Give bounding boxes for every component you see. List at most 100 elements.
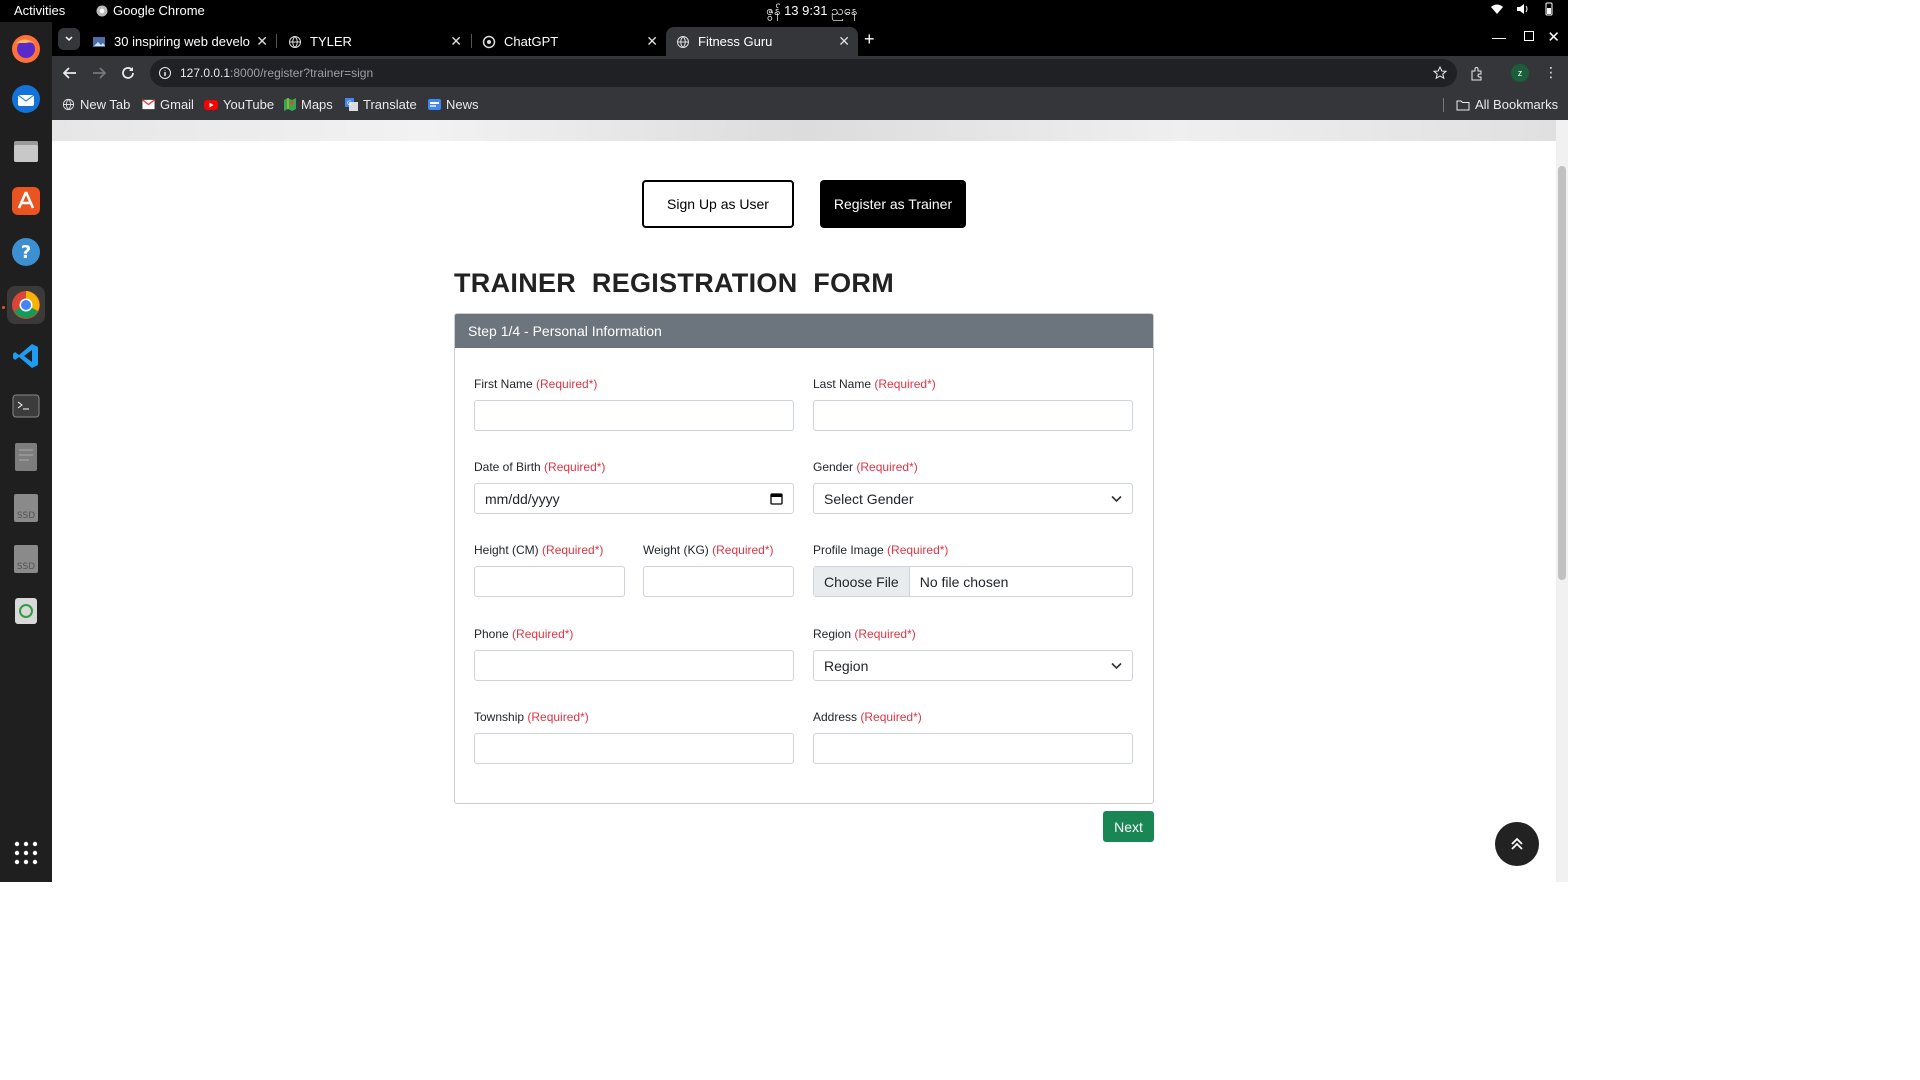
bookmark-label: Maps (301, 97, 333, 112)
required-marker: (Required*) (856, 460, 918, 474)
browser-toolbar: 127.0.0.1:8000/register?trainer=sign z ⋮ (52, 56, 1568, 90)
menu-kebab-icon[interactable]: ⋮ (1544, 64, 1558, 81)
tab-0[interactable]: 30 inspiring web develo ✕ (82, 27, 276, 56)
all-bookmarks[interactable]: All Bookmarks (1456, 97, 1558, 112)
forward-arrow-icon[interactable] (92, 67, 106, 79)
required-marker: (Required*) (527, 710, 589, 724)
close-icon[interactable]: ✕ (256, 33, 268, 50)
extensions-icon[interactable] (1469, 66, 1485, 82)
chevron-down-icon (65, 36, 73, 42)
profile-avatar[interactable]: z (1511, 64, 1529, 82)
ssd-drive-icon-2[interactable]: SSD (7, 540, 45, 578)
weight-label: Weight (KG) (Required*) (643, 543, 774, 557)
app-menu[interactable]: Google Chrome (96, 3, 205, 18)
text-editor-icon[interactable] (7, 438, 45, 476)
profile-image-input[interactable]: Choose File No file chosen (813, 566, 1133, 597)
system-tray[interactable] (1490, 2, 1556, 16)
bookmark-translate[interactable]: G Translate (345, 97, 417, 112)
system-top-bar: Activities Google Chrome ဇွန် 13 9:31 ညန… (0, 0, 1568, 22)
first-name-input[interactable] (474, 400, 794, 431)
step-header: Step 1/4 - Personal Information (455, 314, 1153, 348)
thunderbird-icon[interactable] (7, 80, 45, 118)
label-text: Township (474, 710, 525, 724)
tab-2[interactable]: ChatGPT ✕ (472, 27, 666, 56)
required-marker: (Required*) (854, 627, 916, 641)
label-text: Height (CM) (474, 543, 539, 557)
dob-input[interactable]: mm/dd/yyyy (474, 483, 794, 514)
trash-icon[interactable] (7, 591, 45, 629)
firefox-icon[interactable] (7, 30, 45, 68)
no-file-text: No file chosen (919, 573, 1009, 590)
close-icon[interactable]: ✕ (450, 33, 462, 50)
globe-icon (62, 98, 75, 111)
close-icon[interactable]: ✕ (838, 33, 850, 50)
gender-select[interactable]: Select Gender (813, 483, 1133, 514)
register-trainer-button[interactable]: Register as Trainer (820, 180, 966, 228)
back-to-top-button[interactable] (1495, 822, 1539, 866)
vscode-icon[interactable] (7, 337, 45, 375)
tab-1[interactable]: TYLER ✕ (278, 27, 470, 56)
hero-image-strip (52, 120, 1556, 141)
new-tab-button[interactable]: + (864, 29, 875, 50)
bookmark-news[interactable]: News (428, 97, 479, 112)
bookmark-maps[interactable]: Maps (284, 97, 333, 112)
all-bookmarks-label: All Bookmarks (1475, 97, 1559, 112)
bookmarks-bar: New Tab Gmail YouTube Maps G Translate N… (52, 90, 1568, 120)
minimize-button[interactable]: — (1492, 29, 1506, 45)
app-center-icon[interactable] (7, 182, 45, 220)
region-select[interactable]: Region (813, 650, 1133, 681)
scrollbar-thumb[interactable] (1558, 166, 1566, 580)
reload-icon[interactable] (121, 66, 135, 80)
bookmark-label: New Tab (80, 97, 131, 112)
wifi-icon (1491, 4, 1503, 14)
maximize-button[interactable] (1524, 31, 1534, 41)
activities-button[interactable]: Activities (14, 3, 65, 18)
show-apps-icon[interactable] (7, 834, 45, 872)
ssd-drive-icon[interactable]: SSD (7, 489, 45, 527)
news-icon (428, 99, 441, 110)
tab-search-button[interactable] (58, 28, 80, 50)
choose-file-button[interactable]: Choose File (814, 567, 910, 596)
globe-icon (676, 35, 690, 49)
chrome-icon[interactable] (7, 286, 45, 324)
gmail-icon (142, 99, 155, 110)
weight-input[interactable] (643, 566, 794, 597)
bookmark-new-tab[interactable]: New Tab (62, 97, 130, 112)
close-icon[interactable]: ✕ (646, 33, 658, 50)
terminal-icon[interactable] (7, 387, 45, 425)
bookmark-youtube[interactable]: YouTube (204, 97, 274, 112)
gender-label: Gender (Required*) (813, 460, 918, 474)
address-input[interactable] (813, 733, 1133, 764)
bookmark-star-icon[interactable] (1433, 66, 1447, 80)
calendar-icon[interactable] (770, 492, 783, 505)
bookmark-label: Gmail (160, 97, 194, 112)
required-marker: (Required*) (712, 543, 774, 557)
files-icon[interactable] (7, 132, 45, 170)
profile-initial: z (1517, 68, 1523, 78)
clock[interactable]: ဇွန် 13 9:31 ညနေ (766, 3, 857, 22)
page-scrollbar[interactable] (1556, 120, 1568, 882)
dob-placeholder: mm/dd/yyyy (485, 490, 560, 507)
address-bar[interactable]: 127.0.0.1:8000/register?trainer=sign (150, 59, 1457, 87)
sign-up-user-button[interactable]: Sign Up as User (642, 180, 794, 228)
height-input[interactable] (474, 566, 625, 597)
township-input[interactable] (474, 733, 794, 764)
tab-3-active[interactable]: Fitness Guru ✕ (666, 27, 858, 56)
svg-text:SSD: SSD (17, 511, 35, 521)
label-text: Profile Image (813, 543, 884, 557)
last-name-input[interactable] (813, 400, 1133, 431)
bookmark-gmail[interactable]: Gmail (142, 97, 194, 112)
site-info-icon[interactable] (158, 66, 172, 80)
plus-icon: + (864, 29, 875, 49)
phone-input[interactable] (474, 650, 794, 681)
window-close-button[interactable]: ✕ (1547, 28, 1560, 46)
page-content: Sign Up as User Register as Trainer TRAI… (52, 120, 1568, 882)
label-text: Last Name (813, 377, 872, 391)
chevron-down-icon (1111, 495, 1122, 503)
youtube-icon (204, 99, 218, 110)
help-icon[interactable]: ? (7, 233, 45, 271)
required-marker: (Required*) (544, 460, 606, 474)
back-arrow-icon[interactable] (63, 67, 77, 79)
required-marker: (Required*) (536, 377, 598, 391)
next-button[interactable]: Next (1103, 811, 1154, 842)
